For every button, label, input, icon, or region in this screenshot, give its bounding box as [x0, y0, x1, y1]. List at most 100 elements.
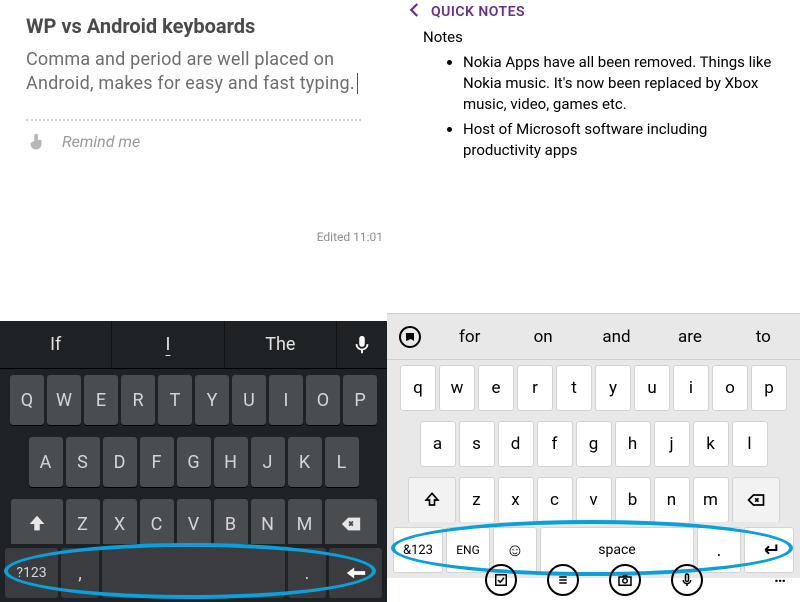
suggestion-item[interactable]: for	[433, 327, 506, 347]
key-h[interactable]: H	[214, 437, 248, 487]
key-row-1: Q W E R T Y U I O P	[0, 369, 387, 431]
key-w[interactable]: w	[439, 365, 475, 411]
note-tab-button[interactable]	[387, 325, 433, 349]
notes-body[interactable]: Nokia Apps have all been removed. Things…	[387, 52, 800, 161]
key-a[interactable]: A	[29, 437, 63, 487]
key-d[interactable]: d	[498, 421, 534, 467]
note-title[interactable]: WP vs Android keyboards	[26, 14, 361, 38]
key-v[interactable]: v	[576, 477, 612, 523]
camera-button[interactable]	[609, 564, 641, 596]
key-j[interactable]: J	[251, 437, 285, 487]
key-y[interactable]: y	[595, 365, 631, 411]
key-m[interactable]: M	[288, 499, 322, 549]
key-f[interactable]: F	[140, 437, 174, 487]
key-c[interactable]: C	[140, 499, 174, 549]
key-g[interactable]: g	[576, 421, 612, 467]
key-y[interactable]: Y	[195, 375, 229, 425]
key-i[interactable]: I	[269, 375, 303, 425]
suggestion-bar: If I The	[0, 321, 387, 369]
key-p[interactable]: p	[751, 365, 787, 411]
suggestion-item[interactable]: I	[112, 321, 224, 368]
remind-me-label: Remind me	[62, 132, 140, 151]
key-v[interactable]: V	[177, 499, 211, 549]
camera-icon	[616, 571, 634, 589]
key-j[interactable]: j	[654, 421, 690, 467]
key-s[interactable]: s	[459, 421, 495, 467]
comma-key[interactable]: ,	[61, 548, 99, 598]
hand-tap-icon	[26, 131, 48, 153]
key-o[interactable]: o	[712, 365, 748, 411]
key-n[interactable]: n	[654, 477, 690, 523]
period-key[interactable]: .	[288, 548, 326, 598]
enter-key[interactable]	[329, 548, 382, 598]
suggestion-item[interactable]: to	[727, 327, 800, 347]
back-button[interactable]	[405, 0, 425, 24]
key-g[interactable]: G	[177, 437, 211, 487]
key-x[interactable]: x	[498, 477, 534, 523]
key-x[interactable]: X	[103, 499, 137, 549]
key-d[interactable]: D	[103, 437, 137, 487]
text-cursor	[357, 73, 358, 94]
suggestion-item[interactable]: and	[580, 327, 653, 347]
wp-appbar	[387, 558, 800, 602]
key-w[interactable]: W	[47, 375, 81, 425]
voice-button[interactable]	[671, 564, 703, 596]
shift-icon	[422, 490, 442, 510]
shift-key[interactable]	[408, 477, 456, 523]
voice-input-button[interactable]	[337, 321, 387, 368]
key-f[interactable]: f	[537, 421, 573, 467]
key-r[interactable]: R	[121, 375, 155, 425]
key-u[interactable]: u	[634, 365, 670, 411]
key-b[interactable]: B	[214, 499, 248, 549]
key-b[interactable]: b	[615, 477, 651, 523]
suggestion-item[interactable]: are	[653, 327, 726, 347]
microphone-icon	[351, 334, 373, 356]
backspace-icon	[340, 513, 362, 535]
suggestion-item[interactable]: The	[225, 321, 337, 368]
backspace-key[interactable]	[732, 477, 780, 523]
key-l[interactable]: L	[325, 437, 359, 487]
space-key[interactable]	[102, 548, 285, 598]
remind-me-row[interactable]: Remind me	[0, 121, 387, 153]
key-z[interactable]: z	[459, 477, 495, 523]
key-m[interactable]: m	[693, 477, 729, 523]
key-p[interactable]: P	[343, 375, 377, 425]
suggestion-item[interactable]: If	[0, 321, 112, 368]
key-e[interactable]: e	[478, 365, 514, 411]
key-t[interactable]: T	[158, 375, 192, 425]
list-item: Host of Microsoft software including pro…	[463, 119, 776, 161]
notepad-icon	[398, 325, 422, 349]
key-a[interactable]: a	[420, 421, 456, 467]
key-e[interactable]: E	[84, 375, 118, 425]
note-body-text: Comma and period are well placed on Andr…	[26, 49, 355, 94]
backspace-key[interactable]	[325, 499, 377, 549]
chevron-left-icon	[406, 1, 424, 19]
key-r[interactable]: r	[517, 365, 553, 411]
key-h[interactable]: h	[615, 421, 651, 467]
key-row-2: a s d f g h j k l	[387, 416, 800, 472]
key-t[interactable]: t	[556, 365, 592, 411]
suggestion-item[interactable]: on	[506, 327, 579, 347]
key-l[interactable]: l	[732, 421, 768, 467]
key-s[interactable]: S	[66, 437, 100, 487]
key-u[interactable]: U	[232, 375, 266, 425]
key-k[interactable]: K	[288, 437, 322, 487]
symbols-key[interactable]: ?123	[5, 548, 58, 598]
section-title[interactable]: QUICK NOTES	[431, 4, 525, 20]
android-keyboard: If I The Q W E R T Y U I O P A	[0, 321, 387, 555]
key-q[interactable]: q	[400, 365, 436, 411]
checkbox-icon	[492, 571, 510, 589]
shift-key[interactable]	[11, 499, 63, 549]
key-c[interactable]: c	[537, 477, 573, 523]
note-body[interactable]: Comma and period are well placed on Andr…	[26, 48, 361, 97]
key-o[interactable]: O	[306, 375, 340, 425]
todo-button[interactable]	[485, 564, 517, 596]
key-q[interactable]: Q	[10, 375, 44, 425]
key-i[interactable]: i	[673, 365, 709, 411]
key-z[interactable]: Z	[66, 499, 100, 549]
key-k[interactable]: k	[693, 421, 729, 467]
key-n[interactable]: N	[251, 499, 285, 549]
list-button[interactable]	[547, 564, 579, 596]
more-button[interactable]: …	[774, 567, 788, 586]
notes-label: Notes	[387, 24, 800, 52]
